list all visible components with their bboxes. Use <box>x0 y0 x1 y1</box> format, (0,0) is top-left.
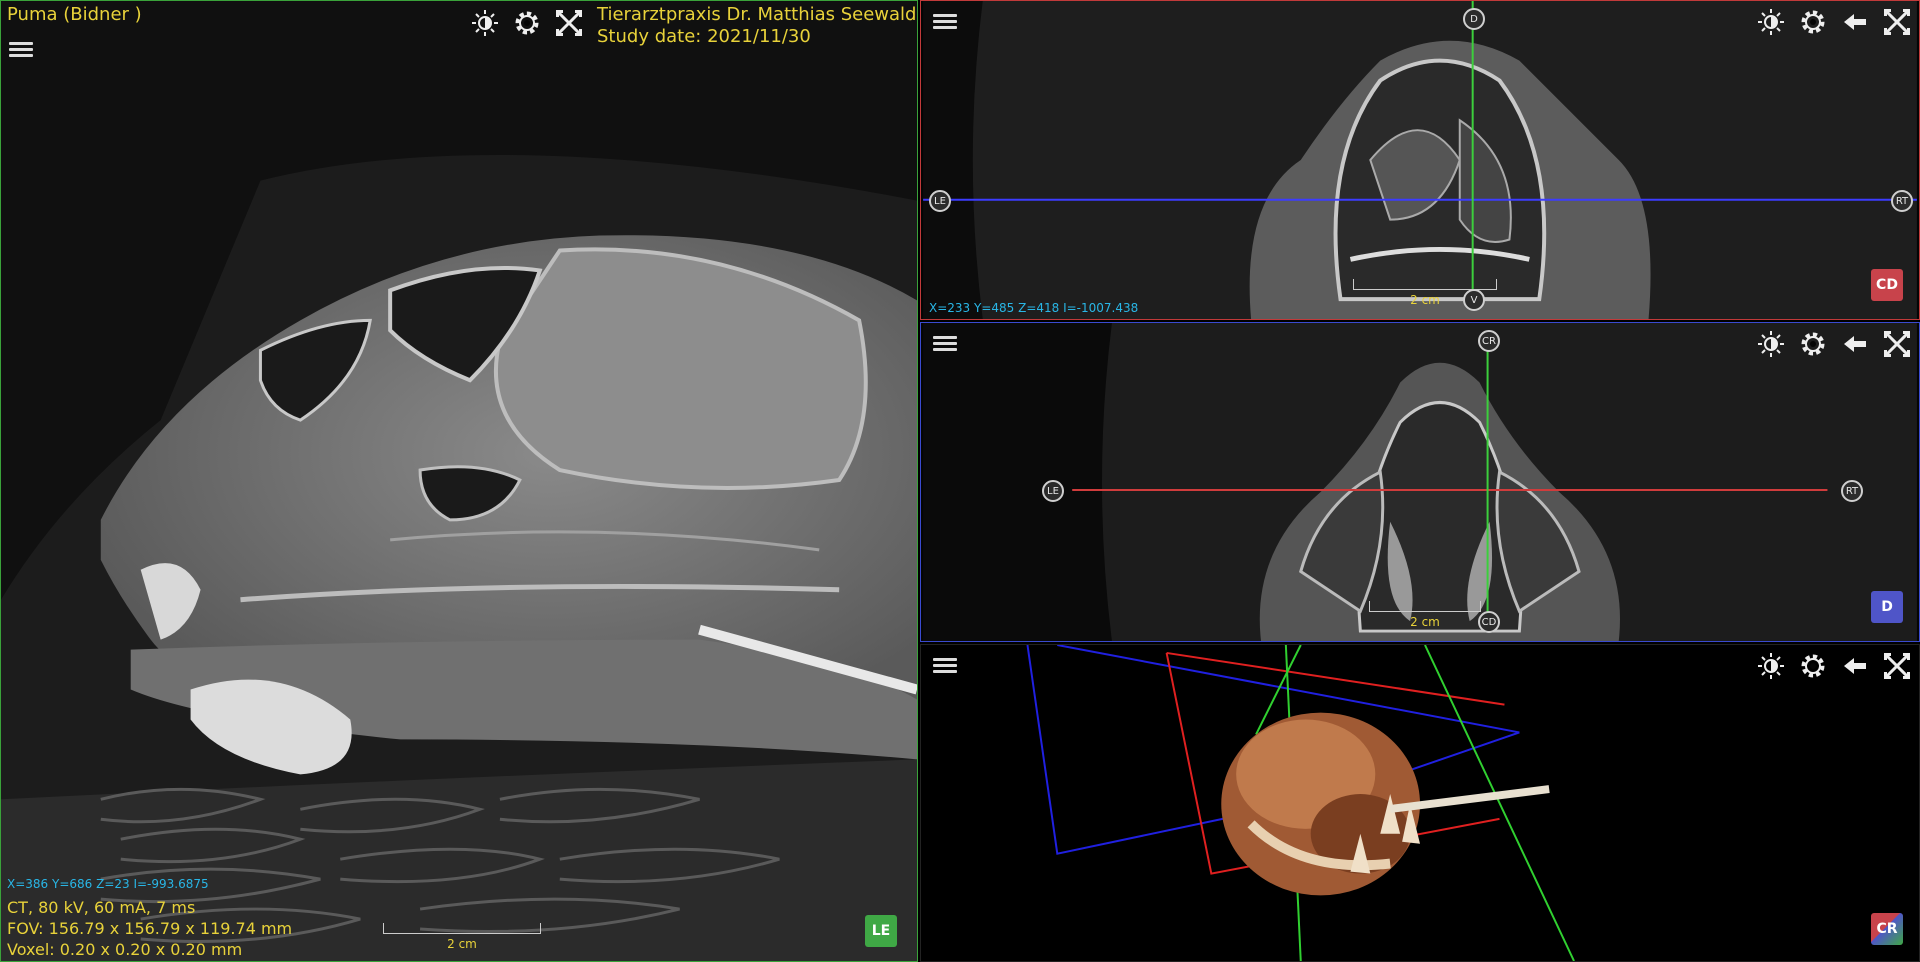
field-of-view: FOV: 156.79 x 156.79 x 119.74 mm <box>7 919 293 938</box>
orientation-cube-icon[interactable]: D <box>1871 591 1903 623</box>
patient-name: Puma (Bidner ) <box>7 4 142 25</box>
volume-menu-button[interactable] <box>933 655 957 675</box>
brightness-icon[interactable] <box>1755 328 1787 360</box>
clinic-name: Tierarztpraxis Dr. Matthias Seewald <box>597 4 917 25</box>
coronal-right-marker: RT <box>1841 480 1863 502</box>
axial-left-marker: LE <box>929 190 951 212</box>
axial-right-marker: RT <box>1891 190 1913 212</box>
coronal-scale-bar: 2 cm <box>1369 601 1481 629</box>
axial-viewport[interactable]: D V LE RT 2 cm X=233 Y=485 Z=418 I=-1007… <box>920 0 1920 320</box>
sagittal-ct-image[interactable] <box>1 1 917 961</box>
coronal-menu-button[interactable] <box>933 333 957 353</box>
brightness-icon[interactable] <box>1755 6 1787 38</box>
coronal-ct-image[interactable] <box>921 323 1919 641</box>
volume-render-viewport[interactable]: CR <box>920 644 1920 962</box>
sagittal-viewport[interactable]: Puma (Bidner ) Tierarztpraxis Dr. Matthi… <box>0 0 918 962</box>
settings-gear-icon[interactable] <box>1797 650 1829 682</box>
sagittal-cursor-coords: X=386 Y=686 Z=23 I=-993.6875 <box>7 877 209 891</box>
axial-orientation-label: CD <box>1876 277 1898 293</box>
axial-menu-button[interactable] <box>933 11 957 31</box>
sagittal-orientation-label: LE <box>871 923 891 939</box>
axial-scale-label: 2 cm <box>1410 293 1440 307</box>
brightness-icon[interactable] <box>469 7 501 39</box>
fullscreen-toggle-icon[interactable] <box>1881 650 1913 682</box>
sagittal-toolbar <box>469 7 585 39</box>
back-arrow-icon[interactable] <box>1839 650 1871 682</box>
settings-gear-icon[interactable] <box>1797 6 1829 38</box>
orientation-cube-icon[interactable]: CD <box>1871 269 1903 301</box>
back-arrow-icon[interactable] <box>1839 328 1871 360</box>
scan-params: CT, 80 kV, 60 mA, 7 ms <box>7 898 196 917</box>
coronal-orientation-label: D <box>1881 599 1893 615</box>
settings-gear-icon[interactable] <box>511 7 543 39</box>
back-arrow-icon[interactable] <box>1839 6 1871 38</box>
settings-gear-icon[interactable] <box>1797 328 1829 360</box>
coronal-left-marker: LE <box>1042 480 1064 502</box>
coronal-top-marker: CR <box>1478 330 1500 352</box>
orientation-cube-icon[interactable]: CR <box>1871 913 1903 945</box>
axial-toolbar <box>1755 6 1913 38</box>
volume-toolbar <box>1755 650 1913 682</box>
brightness-icon[interactable] <box>1755 650 1787 682</box>
volume-orientation-label: CR <box>1876 921 1898 937</box>
axial-scale-bar: 2 cm <box>1353 279 1497 307</box>
coronal-viewport[interactable]: CR CD LE RT 2 cm D <box>920 322 1920 642</box>
coronal-scale-label: 2 cm <box>1410 615 1440 629</box>
sagittal-scale-bar: 2 cm <box>383 923 541 951</box>
fullscreen-toggle-icon[interactable] <box>1881 328 1913 360</box>
voxel-size: Voxel: 0.20 x 0.20 x 0.20 mm <box>7 940 243 959</box>
axial-top-marker: D <box>1463 8 1485 30</box>
sagittal-scale-label: 2 cm <box>447 937 477 951</box>
axial-cursor-coords: X=233 Y=485 Z=418 I=-1007.438 <box>929 301 1139 315</box>
fullscreen-toggle-icon[interactable] <box>1881 6 1913 38</box>
fullscreen-toggle-icon[interactable] <box>553 7 585 39</box>
axial-ct-image[interactable] <box>921 1 1919 319</box>
volume-render-image[interactable] <box>921 645 1919 961</box>
coronal-bottom-marker: CD <box>1478 611 1500 633</box>
study-date: Study date: 2021/11/30 <box>597 26 811 47</box>
coronal-toolbar <box>1755 328 1913 360</box>
orientation-cube-icon[interactable]: LE <box>865 915 897 947</box>
sagittal-menu-button[interactable] <box>9 39 33 59</box>
